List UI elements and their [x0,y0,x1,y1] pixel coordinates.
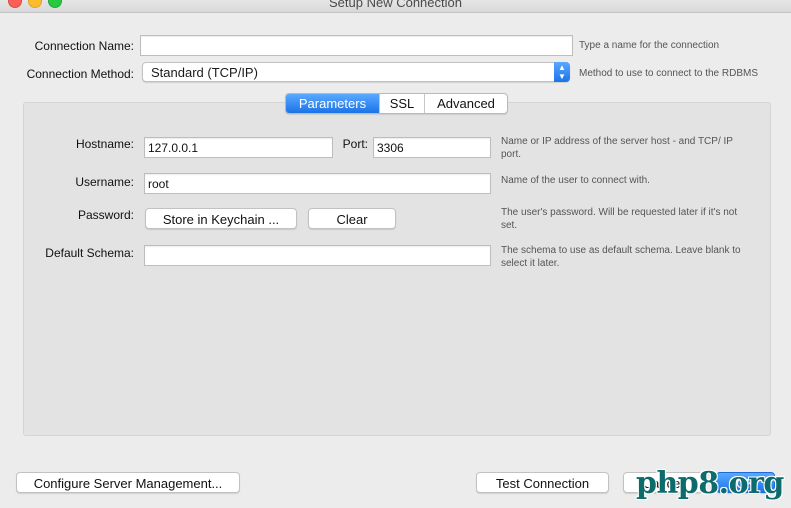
password-hint: The user's password. Will be requested l… [501,207,738,231]
connection-name-input[interactable] [140,35,573,56]
default-schema-hint: The schema to use as default schema. Lea… [501,245,741,269]
hostname-hint: Name or IP address of the server host - … [501,136,733,160]
connection-name-label: Connection Name: [34,39,134,53]
tab-ssl[interactable]: SSL [379,94,424,113]
title-bar: Setup New Connection [0,0,791,13]
configure-server-management-button[interactable]: Configure Server Management... [16,472,240,493]
connection-method-label: Connection Method: [26,67,134,81]
default-schema-input[interactable] [144,245,491,266]
port-label: Port: [342,137,368,151]
default-schema-label: Default Schema: [45,246,134,260]
connection-method-select[interactable]: Standard (TCP/IP) ▲ ▼ [142,62,570,82]
tab-bar: Parameters SSL Advanced [285,93,508,114]
connection-method-value: Standard (TCP/IP) [151,65,258,80]
username-label: Username: [75,175,134,189]
connection-method-hint: Method to use to connect to the RDBMS [579,68,758,79]
watermark-logo: php8.org [636,466,784,501]
hostname-input[interactable]: 127.0.0.1 [144,137,333,158]
connection-name-hint: Type a name for the connection [579,40,720,51]
store-in-keychain-button[interactable]: Store in Keychain ... [145,208,297,229]
port-input[interactable]: 3306 [373,137,491,158]
tab-advanced[interactable]: Advanced [424,94,507,113]
clear-password-button[interactable]: Clear [308,208,396,229]
chevron-up-down-icon: ▲ ▼ [554,62,570,82]
window-title: Setup New Connection [329,0,462,10]
username-input[interactable]: root [144,173,491,194]
username-hint: Name of the user to connect with. [501,175,650,186]
password-label: Password: [77,208,134,222]
test-connection-button[interactable]: Test Connection [476,472,609,493]
tab-parameters[interactable]: Parameters [286,94,379,113]
hostname-label: Hostname: [75,137,134,151]
